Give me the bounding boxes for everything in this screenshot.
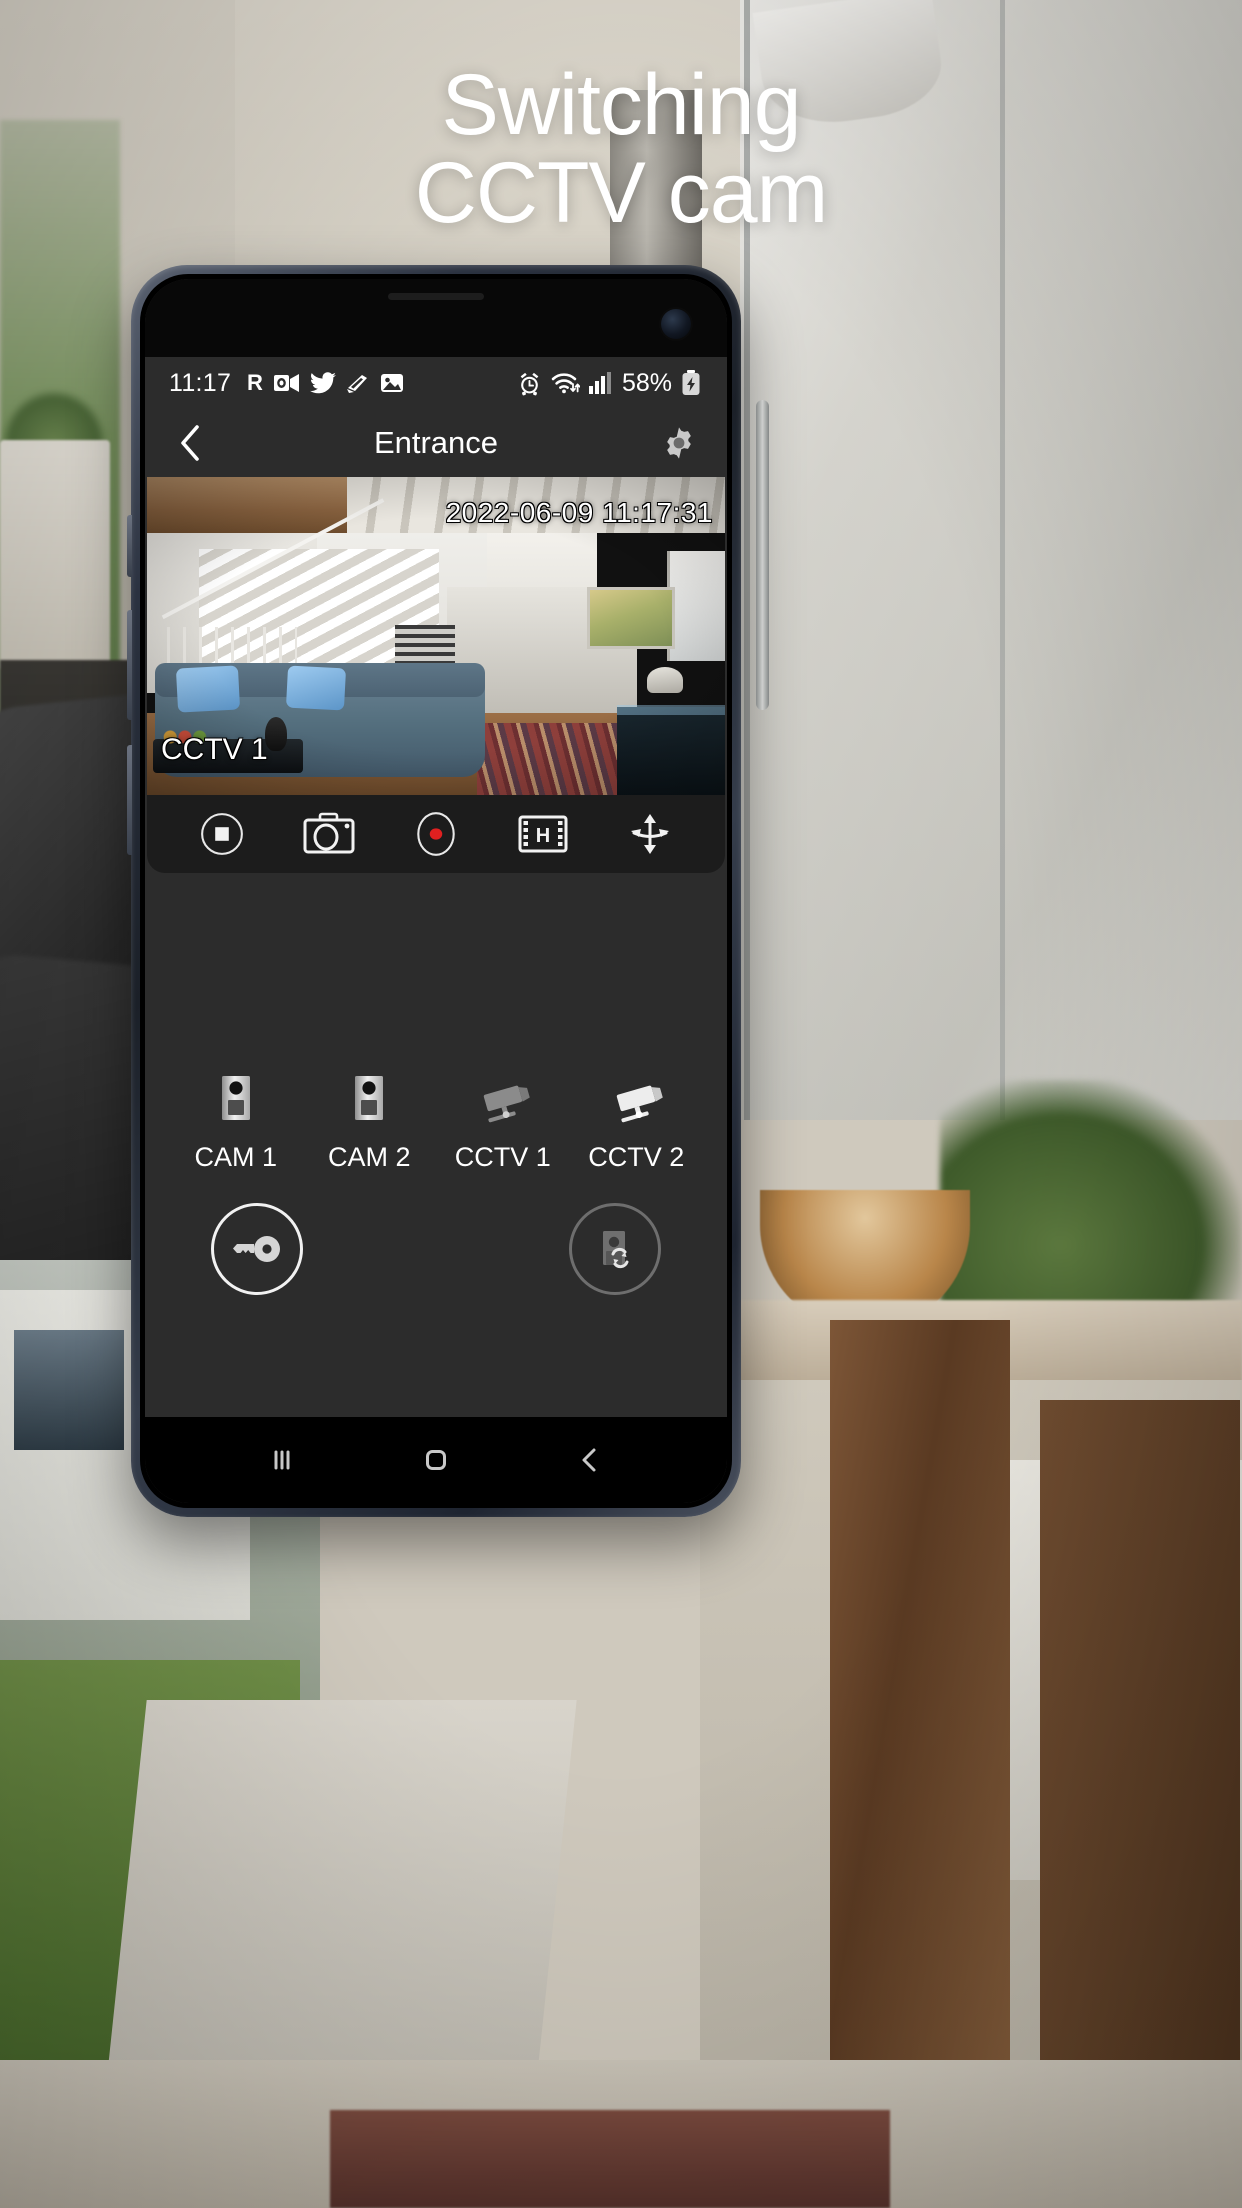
video-control-bar: H	[147, 795, 725, 873]
cctv-camera-icon	[605, 1068, 667, 1130]
action-button-row	[145, 1203, 727, 1295]
shazam-icon	[346, 372, 370, 394]
status-bar-left: 11:17 R	[169, 369, 404, 398]
phone-bixby-button[interactable]	[127, 515, 132, 577]
record-button[interactable]	[404, 802, 468, 866]
camera-label: CCTV 1	[454, 1142, 551, 1172]
camera-item-cctv-2[interactable]: CCTV 2	[575, 1068, 697, 1173]
twitter-icon	[310, 372, 337, 394]
camera-item-cam-2[interactable]: CAM 2	[308, 1068, 430, 1173]
key-icon	[233, 1236, 280, 1262]
phone-volume-up-button[interactable]	[127, 610, 132, 720]
home-button[interactable]	[401, 1425, 471, 1495]
battery-charging-icon	[681, 370, 701, 396]
svg-text:R: R	[247, 371, 263, 395]
phone-bezel: 11:17 R 58% Entrance 2022-06-09 11:17:31…	[140, 274, 732, 1508]
camera-item-cam-1[interactable]: CAM 1	[175, 1068, 297, 1173]
page-title: Entrance	[373, 425, 499, 460]
gear-icon[interactable]	[657, 421, 701, 465]
phone-screen: 11:17 R 58% Entrance 2022-06-09 11:17:31…	[145, 279, 727, 1503]
outlook-icon	[274, 372, 300, 394]
status-bar-right: 58%	[517, 369, 701, 398]
camera-label: CCTV 2	[588, 1142, 685, 1172]
app-content: CAM 1 CAM 2 CCTV 1 CCTV 2	[145, 873, 727, 1417]
cellular-signal-icon	[588, 371, 611, 395]
camera-selector-row: CAM 1 CAM 2 CCTV 1 CCTV 2	[145, 1068, 727, 1173]
unlock-button[interactable]	[211, 1203, 303, 1295]
headline-line-1: Switching	[441, 57, 801, 153]
phone-top-strip	[145, 279, 727, 357]
android-nav-bar	[145, 1417, 727, 1503]
recents-button[interactable]	[247, 1425, 317, 1495]
earpiece-speaker	[388, 293, 484, 300]
promo-headline: Switching CCTV cam	[0, 57, 1242, 241]
status-bar: 11:17 R 58%	[145, 357, 727, 409]
switch-camera-button[interactable]	[569, 1203, 661, 1295]
front-camera-icon	[661, 309, 691, 339]
snapshot-button[interactable]	[297, 802, 361, 866]
quality-button[interactable]: H	[511, 802, 575, 866]
wifi-icon	[551, 371, 580, 395]
headline-line-2: CCTV cam	[414, 144, 828, 241]
live-video-feed[interactable]: 2022-06-09 11:17:31 CCTV 1	[147, 477, 725, 795]
camera-label: CAM 1	[194, 1142, 278, 1172]
alarm-icon	[517, 371, 542, 396]
back-button[interactable]	[555, 1425, 625, 1495]
phone-device: 11:17 R 58% Entrance 2022-06-09 11:17:31…	[127, 265, 741, 1517]
svg-text:H: H	[536, 825, 550, 847]
camera-label: CAM 2	[327, 1142, 411, 1172]
battery-percent-label: 58%	[621, 368, 672, 397]
pan-tilt-button[interactable]	[618, 802, 682, 866]
status-clock: 11:17	[169, 368, 232, 397]
video-timestamp-overlay: 2022-06-09 11:17:31	[445, 497, 713, 528]
doorbell-camera-icon	[214, 1068, 258, 1130]
stop-button[interactable]	[190, 802, 254, 866]
roaming-r-icon: R	[247, 371, 264, 395]
video-camera-label: CCTV 1	[161, 733, 268, 766]
cctv-camera-icon	[472, 1068, 534, 1130]
app-bar: Entrance	[145, 409, 727, 477]
gallery-icon	[380, 372, 404, 394]
camera-switch-refresh-icon	[603, 1231, 629, 1269]
back-chevron-icon[interactable]	[171, 423, 211, 463]
camera-item-cctv-1[interactable]: CCTV 1	[442, 1068, 564, 1173]
phone-volume-down-button[interactable]	[127, 745, 132, 855]
doorbell-camera-icon	[347, 1068, 391, 1130]
